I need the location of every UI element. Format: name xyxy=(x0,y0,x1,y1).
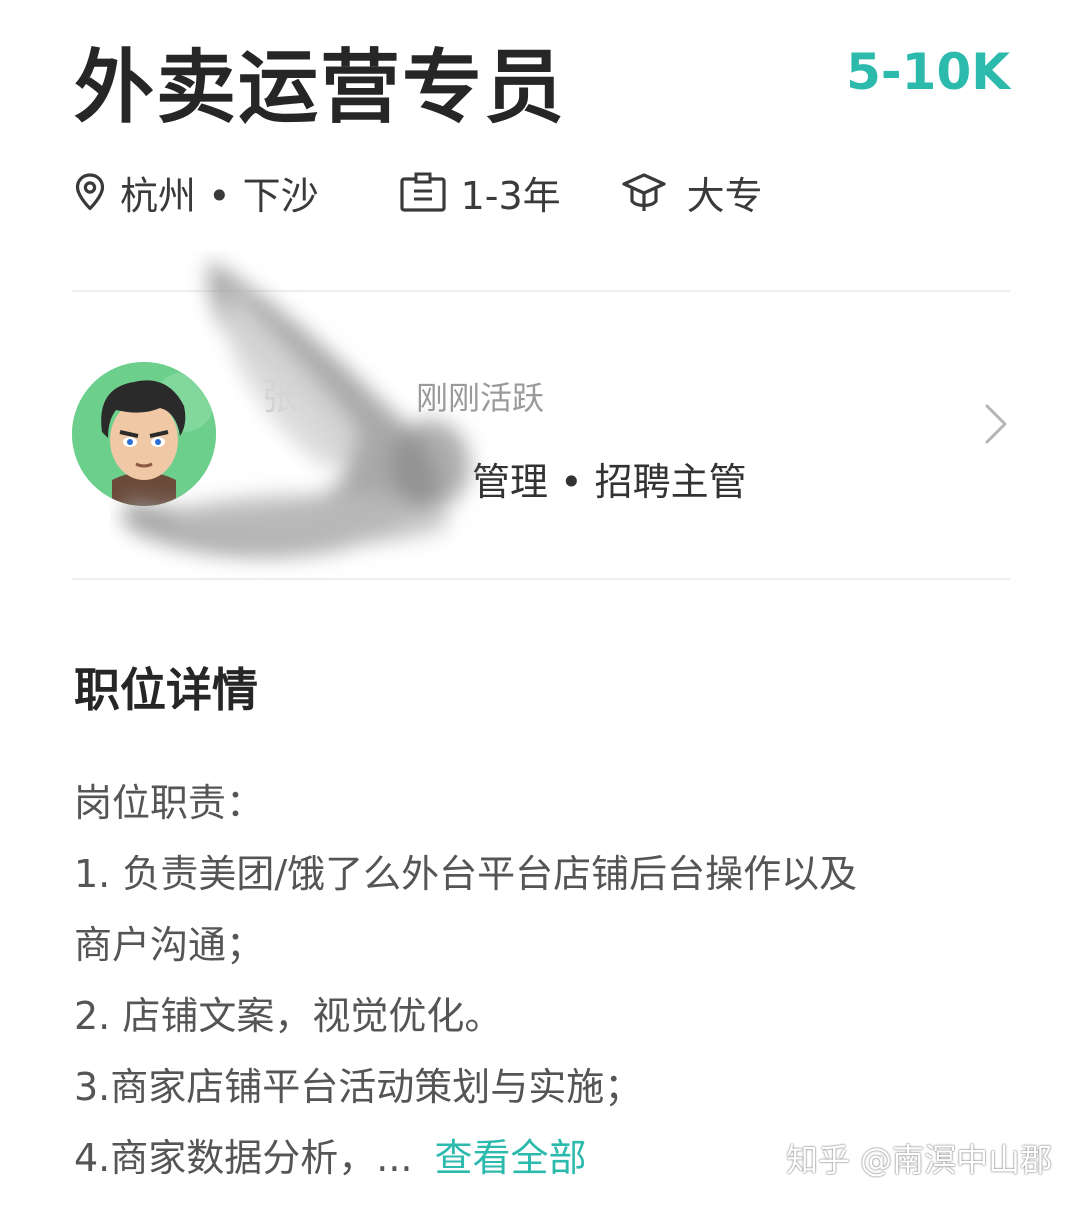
description-line: 岗位职责： xyxy=(74,781,265,825)
description-line: 3.商家店铺平台活动策划与实施； xyxy=(74,1065,643,1109)
chevron-right-icon[interactable] xyxy=(982,402,1010,450)
location-meta: 杭州 • 下沙 xyxy=(74,165,319,220)
experience-meta: 1-3年 xyxy=(399,165,561,220)
location-text: 杭州 • 下沙 xyxy=(120,173,319,218)
description-line: 4.商家数据分析，... xyxy=(74,1136,413,1180)
recruiter-role: 管理 • 招聘主管 xyxy=(472,460,747,504)
view-all-link[interactable]: 查看全部 xyxy=(435,1136,587,1180)
graduation-cap-icon xyxy=(621,171,667,213)
job-title: 外卖运营专员 xyxy=(74,41,566,134)
privacy-blur-smudge xyxy=(122,260,470,558)
description-line: 2. 店铺文案，视觉优化。 xyxy=(74,994,503,1038)
job-description: 岗位职责： 1. 负责美团/饿了么外台平台店铺后台操作以及 商户沟通； 2. 店… xyxy=(74,774,1014,1200)
description-line: 商户沟通； xyxy=(74,923,265,967)
experience-text: 1-3年 xyxy=(460,173,561,218)
education-text: 大专 xyxy=(686,173,763,218)
description-line: 1. 负责美团/饿了么外台平台店铺后台操作以及 xyxy=(74,852,858,896)
briefcase-icon xyxy=(399,171,447,213)
watermark: 知乎 @南溟中山郡 xyxy=(786,1141,1053,1179)
location-pin-icon xyxy=(74,172,106,212)
section-heading: 职位详情 xyxy=(74,663,258,717)
job-meta-row: 杭州 • 下沙 1-3年 大专 xyxy=(74,166,763,218)
education-meta: 大专 xyxy=(621,165,763,220)
salary: 5-10K xyxy=(846,43,1010,101)
divider-bottom xyxy=(72,578,1010,580)
